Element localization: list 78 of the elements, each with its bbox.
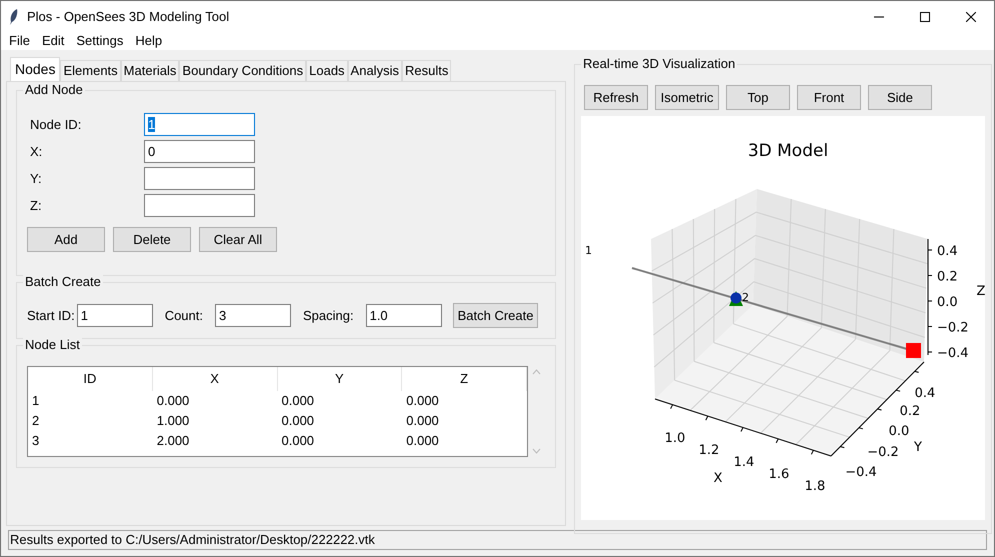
- input-field[interactable]: 1.0: [366, 304, 442, 327]
- button[interactable]: Front: [797, 85, 861, 110]
- column-header[interactable]: Z: [402, 367, 527, 391]
- scroll-up-icon[interactable]: [532, 369, 541, 375]
- tick-label: −0.2: [937, 320, 969, 336]
- tick-label: 1.6: [768, 467, 790, 482]
- tick-label: 1.8: [804, 479, 826, 494]
- input-field[interactable]: [144, 167, 255, 190]
- tab[interactable]: Materials: [120, 60, 180, 81]
- tick-label: −0.4: [937, 346, 969, 361]
- column-header[interactable]: ID: [28, 367, 153, 391]
- input-field[interactable]: 0: [144, 140, 255, 163]
- tab[interactable]: Results: [402, 60, 452, 81]
- input-field[interactable]: [144, 194, 255, 217]
- tick-label: 0.2: [900, 404, 920, 419]
- tick-label: 1.0: [664, 431, 686, 446]
- button[interactable]: Side: [868, 85, 932, 110]
- tick-label: 0.0: [937, 295, 958, 310]
- table-cell-text: 0.000: [280, 392, 316, 410]
- table-cell-text: 0.000: [280, 432, 316, 450]
- scroll-down-icon[interactable]: [532, 448, 541, 454]
- table-cell-text: 0.000: [156, 392, 190, 410]
- field-label: Count:: [164, 306, 203, 325]
- button[interactable]: Refresh: [584, 85, 648, 110]
- menu-item[interactable]: File: [3, 32, 36, 50]
- input-field[interactable]: 3: [215, 304, 291, 327]
- input-field[interactable]: 1: [144, 113, 255, 136]
- tab[interactable]: Analysis: [348, 60, 402, 81]
- axis-label: Z: [976, 284, 985, 299]
- menu-item[interactable]: Settings: [70, 32, 130, 50]
- field-label: Z:: [29, 196, 43, 215]
- input-field[interactable]: 1: [76, 304, 153, 327]
- tick-label: 1.4: [734, 455, 754, 470]
- field-label: Node ID:: [29, 116, 82, 134]
- table-cell-text: 2.000: [156, 432, 190, 450]
- table-cell-text: 0.000: [280, 412, 316, 430]
- plot-title: 3D Model: [748, 141, 828, 161]
- table-cell-text: 1.000: [156, 412, 190, 430]
- node-label: 2: [742, 291, 749, 304]
- status-bar: Results exported to C:/Users/Administrator/Desktop/222222.vtk: [8, 530, 987, 550]
- tick-label: 0.4: [914, 386, 936, 401]
- menu-item[interactable]: Help: [129, 32, 168, 50]
- menu-item[interactable]: Edit: [36, 32, 70, 50]
- window-title: Plos - OpenSees 3D Modeling Tool: [27, 8, 230, 26]
- button[interactable]: Top: [726, 85, 790, 110]
- tab[interactable]: Nodes: [10, 57, 60, 81]
- field-label: Y:: [29, 170, 43, 188]
- table-cell-text: 0.000: [405, 432, 440, 450]
- feather-icon: [9, 8, 19, 24]
- table-cell-text: 0.000: [405, 412, 440, 430]
- tick-label: −0.2: [867, 445, 899, 460]
- button[interactable]: Add: [27, 227, 105, 252]
- table-cell-text: 0.000: [405, 392, 440, 410]
- axis-label: Y: [914, 440, 922, 455]
- field-label: X:: [29, 142, 44, 161]
- tick-label: 0.0: [888, 424, 910, 439]
- tick-label: 0.4: [937, 244, 958, 259]
- tab[interactable]: Boundary Conditions: [179, 60, 306, 81]
- button[interactable]: Batch Create: [452, 303, 538, 328]
- button[interactable]: Clear All: [199, 227, 277, 252]
- table-cell-text: 3: [31, 432, 40, 450]
- tab[interactable]: Elements: [60, 60, 121, 81]
- column-header[interactable]: X: [152, 367, 278, 391]
- table-cell-text: 1: [31, 392, 40, 410]
- axis-label: X: [714, 471, 722, 486]
- tick-label: 1.2: [698, 443, 720, 458]
- button[interactable]: Isometric: [655, 85, 719, 110]
- node-label: 1: [585, 244, 592, 257]
- table-cell-text: 2: [31, 412, 40, 430]
- field-label: Start ID:: [27, 306, 75, 325]
- field-label: Spacing:: [303, 306, 354, 325]
- node-marker: [729, 291, 743, 306]
- tick-label: 0.2: [937, 270, 958, 284]
- button[interactable]: Delete: [113, 227, 191, 252]
- tab[interactable]: Loads: [306, 60, 348, 81]
- column-header[interactable]: Y: [278, 367, 402, 391]
- node-marker: [906, 343, 921, 358]
- tick-label: −0.4: [845, 465, 877, 480]
